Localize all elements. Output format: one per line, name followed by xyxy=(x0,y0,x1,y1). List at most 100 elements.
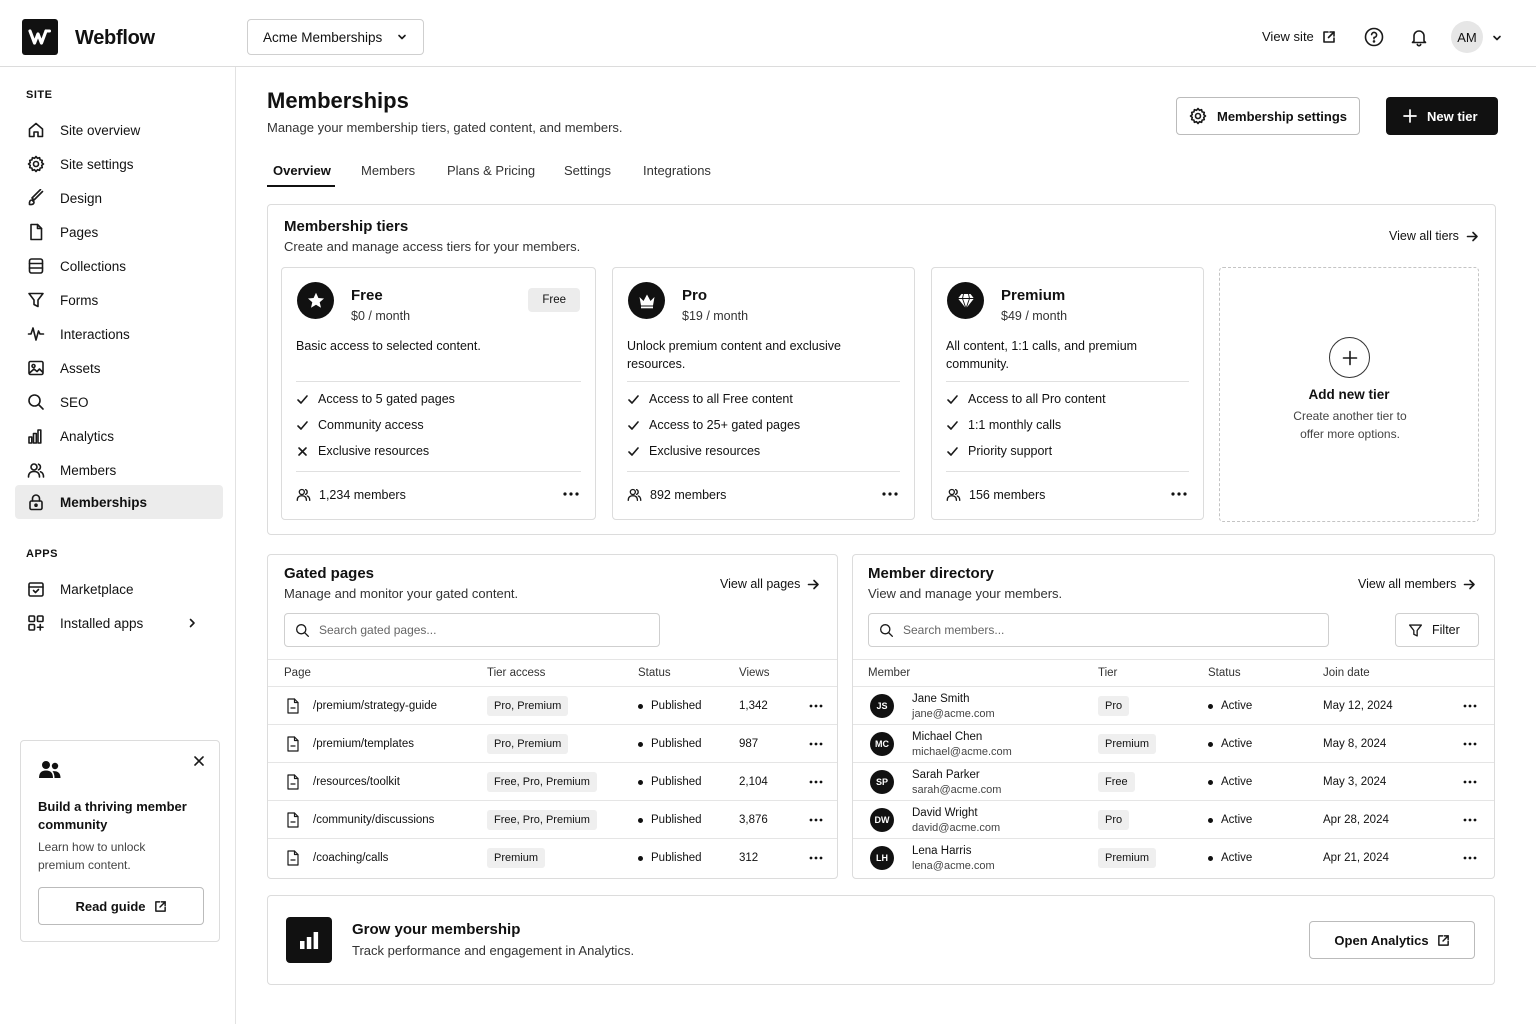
page-path[interactable]: /community/discussions xyxy=(313,801,434,839)
sidebar-item-analytics[interactable]: Analytics xyxy=(15,419,223,453)
sidebar-item-collections[interactable]: Collections xyxy=(15,249,223,283)
page-subtitle: Manage your membership tiers, gated cont… xyxy=(267,120,623,135)
page-path[interactable]: /coaching/calls xyxy=(313,839,388,877)
page-path[interactable]: /premium/templates xyxy=(313,725,414,763)
user-avatar[interactable]: AM xyxy=(1451,21,1483,53)
page-path[interactable]: /resources/toolkit xyxy=(313,763,400,801)
member-count-label: 1,234 members xyxy=(319,487,406,502)
add-new-tier-card[interactable]: Add new tier Create another tier to offe… xyxy=(1219,267,1479,522)
page-path[interactable]: /premium/strategy-guide xyxy=(313,687,437,725)
member-name[interactable]: Lena Harris xyxy=(912,844,971,859)
more-options-icon[interactable] xyxy=(809,763,823,801)
column-header-join-date[interactable]: Join date xyxy=(1323,667,1370,679)
table-row[interactable]: /premium/strategy-guide Pro, Premium Publi… xyxy=(268,686,837,724)
filter-button[interactable]: Filter xyxy=(1395,613,1479,647)
column-header-member[interactable]: Member xyxy=(868,667,910,679)
column-header-status[interactable]: Status xyxy=(1208,667,1241,679)
tier-card-free[interactable]: Free $0 / month Free Basic access to sel… xyxy=(281,267,596,520)
member-name[interactable]: Jane Smith xyxy=(912,692,970,707)
sidebar-item-marketplace[interactable]: Marketplace xyxy=(15,572,223,606)
table-row[interactable]: DW David Wright david@acme.com Pro Active Apr… xyxy=(853,800,1494,838)
table-row[interactable]: /premium/templates Pro, Premium Published 9… xyxy=(268,724,837,762)
sidebar-item-site-settings[interactable]: Site settings xyxy=(15,147,223,181)
sidebar-item-memberships[interactable]: Memberships xyxy=(15,485,223,519)
close-icon[interactable] xyxy=(193,755,205,767)
view-all-tiers-link[interactable]: View all tiers xyxy=(1389,229,1479,243)
table-row[interactable]: /resources/toolkit Free, Pro, Premium Publ… xyxy=(268,762,837,800)
sidebar-item-installed-apps[interactable]: Installed apps xyxy=(15,606,223,640)
view-site-link[interactable]: View site xyxy=(1262,29,1336,44)
membership-settings-button[interactable]: Membership settings xyxy=(1176,97,1360,135)
column-header-tier-access[interactable]: Tier access xyxy=(487,667,545,679)
more-options-icon[interactable] xyxy=(1463,763,1477,801)
view-all-members-link[interactable]: View all members xyxy=(1358,577,1476,591)
site-selector[interactable]: Acme Memberships xyxy=(247,19,424,55)
sidebar-item-design[interactable]: Design xyxy=(15,181,223,215)
external-link-icon xyxy=(1437,934,1450,947)
tab-integrations[interactable]: Integrations xyxy=(643,163,711,178)
divider xyxy=(627,381,900,382)
sidebar-item-interactions[interactable]: Interactions xyxy=(15,317,223,351)
join-date: May 12, 2024 xyxy=(1323,700,1393,712)
tab-plans-pricing[interactable]: Plans & Pricing xyxy=(447,163,535,178)
sidebar-item-site-overview[interactable]: Site overview xyxy=(15,113,223,147)
tab-settings[interactable]: Settings xyxy=(564,163,611,178)
column-header-views[interactable]: Views xyxy=(739,667,769,679)
notification-bell-icon[interactable] xyxy=(1409,27,1429,47)
star-icon xyxy=(297,282,334,319)
table-row[interactable]: JS Jane Smith jane@acme.com Pro Active May 12… xyxy=(853,686,1494,724)
sidebar-item-members[interactable]: Members xyxy=(15,453,223,487)
sidebar-item-forms[interactable]: Forms xyxy=(15,283,223,317)
table-row[interactable]: LH Lena Harris lena@acme.com Premium Active A… xyxy=(853,838,1494,876)
more-options-icon[interactable] xyxy=(882,492,898,496)
column-header-tier[interactable]: Tier xyxy=(1098,667,1117,679)
interactions-icon xyxy=(27,325,60,343)
search-gated-pages-input[interactable]: Search gated pages... xyxy=(284,613,660,647)
more-options-icon[interactable] xyxy=(1171,492,1187,496)
member-name[interactable]: Michael Chen xyxy=(912,730,982,745)
read-guide-button[interactable]: Read guide xyxy=(38,887,204,925)
tab-members[interactable]: Members xyxy=(361,163,415,178)
grow-title: Grow your membership xyxy=(352,921,521,938)
column-header-status[interactable]: Status xyxy=(638,667,671,679)
tier-card-premium[interactable]: Premium $49 / month All content, 1:1 cal… xyxy=(931,267,1204,520)
views-count: 987 xyxy=(739,738,759,750)
member-name[interactable]: Sarah Parker xyxy=(912,768,980,783)
tier-card-pro[interactable]: Pro $19 / month Unlock premium content a… xyxy=(612,267,915,520)
sidebar-item-label: Installed apps xyxy=(60,615,144,631)
more-options-icon[interactable] xyxy=(1463,801,1477,839)
chevron-right-icon xyxy=(186,617,213,629)
search-members-input[interactable]: Search members... xyxy=(868,613,1329,647)
sidebar-item-assets[interactable]: Assets xyxy=(15,351,223,385)
more-options-icon[interactable] xyxy=(809,839,823,877)
search-icon xyxy=(295,623,310,638)
help-icon[interactable] xyxy=(1364,27,1384,47)
view-all-pages-link[interactable]: View all pages xyxy=(720,577,820,591)
open-analytics-button[interactable]: Open Analytics xyxy=(1309,921,1475,959)
tier-pill: Free xyxy=(1098,772,1135,792)
table-row[interactable]: SP Sarah Parker sarah@acme.com Free Active Ma… xyxy=(853,762,1494,800)
sidebar-item-pages[interactable]: Pages xyxy=(15,215,223,249)
sidebar-item-seo[interactable]: SEO xyxy=(15,385,223,419)
member-avatar: MC xyxy=(870,732,894,756)
new-tier-button[interactable]: New tier xyxy=(1386,97,1498,135)
more-options-icon[interactable] xyxy=(809,725,823,763)
more-options-icon[interactable] xyxy=(1463,687,1477,725)
more-options-icon[interactable] xyxy=(809,801,823,839)
table-row[interactable]: /coaching/calls Premium Published 312 xyxy=(268,838,837,876)
check-icon xyxy=(296,393,309,406)
more-options-icon[interactable] xyxy=(809,687,823,725)
more-options-icon[interactable] xyxy=(1463,725,1477,763)
grow-text: Track performance and engagement in Anal… xyxy=(352,943,635,958)
more-options-icon[interactable] xyxy=(1463,839,1477,877)
webflow-logo-icon[interactable] xyxy=(22,19,58,55)
page-file-icon xyxy=(286,725,300,763)
promo-title: Build a thriving member community xyxy=(38,799,187,832)
column-header-page[interactable]: Page xyxy=(284,667,311,679)
chevron-down-icon[interactable] xyxy=(1491,32,1503,44)
tab-overview[interactable]: Overview xyxy=(273,163,331,178)
table-row[interactable]: /community/discussions Free, Pro, Premium… xyxy=(268,800,837,838)
more-options-icon[interactable] xyxy=(563,492,579,496)
table-row[interactable]: MC Michael Chen michael@acme.com Premium Act… xyxy=(853,724,1494,762)
member-name[interactable]: David Wright xyxy=(912,806,978,821)
